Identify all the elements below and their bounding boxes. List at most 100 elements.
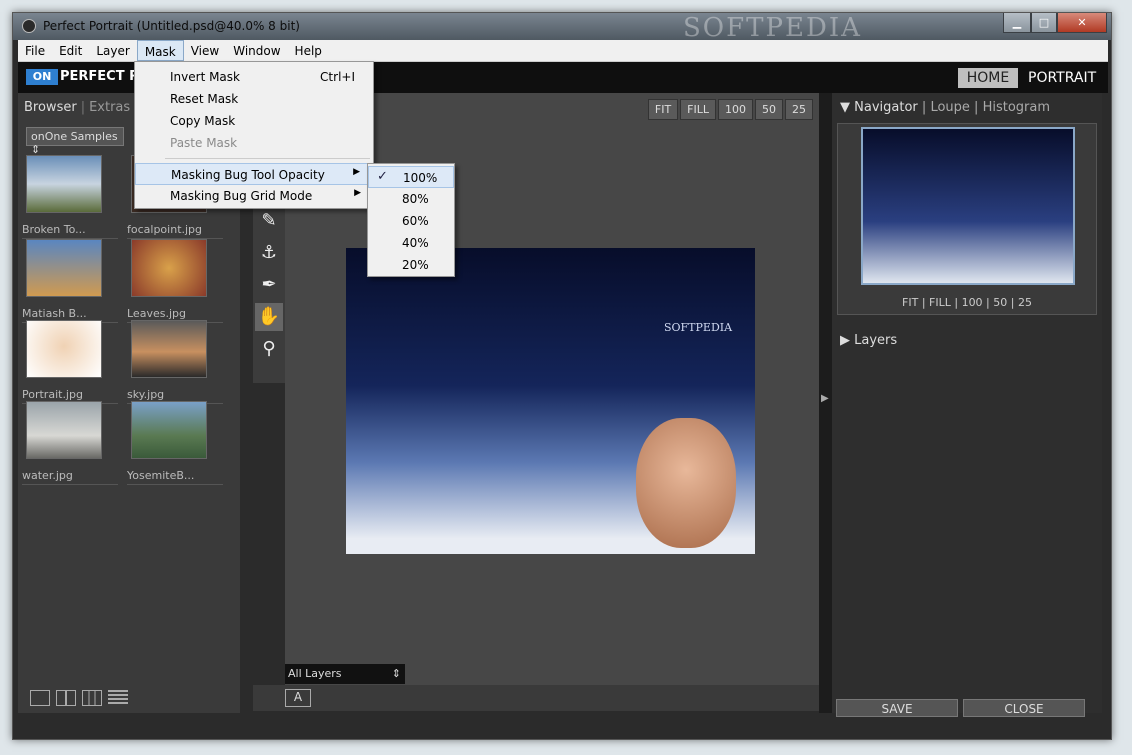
a-button[interactable]: A [285, 689, 311, 707]
source-select[interactable]: onOne Samples ⇕ [26, 127, 124, 156]
brand-name: PERFECT P [60, 69, 139, 84]
item-label: Masking Bug Grid Mode [170, 189, 313, 203]
home-button[interactable]: HOME [958, 68, 1018, 88]
anchor-tool[interactable]: ⚓ [255, 239, 283, 267]
magnifier-icon: ⚲ [262, 338, 276, 359]
thumbnail[interactable]: Matiash B... [22, 239, 118, 323]
opacity-submenu-item[interactable]: Masking Bug Tool Opacity ▶ [135, 163, 373, 185]
thumbnail-image [26, 401, 102, 459]
updown-icon: ⇕ [391, 667, 401, 680]
eyedropper-brush-icon: ✎ [261, 210, 277, 231]
portrait-label: PORTRAIT [1028, 70, 1097, 86]
thumbnail-caption: YosemiteB... [127, 469, 223, 485]
onone-logo: ON [26, 69, 58, 85]
thumbnail[interactable]: sky.jpg [127, 320, 223, 404]
minimize-button[interactable]: ▁ [1003, 13, 1031, 33]
thumbnail[interactable]: YosemiteB... [127, 401, 223, 485]
masking-bug-tool[interactable]: ✎ [255, 207, 283, 235]
submenu-arrow-icon: ▶ [354, 188, 361, 198]
close-window-button[interactable]: ✕ [1057, 13, 1107, 33]
expand-triangle-icon[interactable]: ▼ [840, 100, 850, 115]
save-button[interactable]: SAVE [836, 699, 958, 717]
thumbnail-image [26, 239, 102, 297]
paste-mask-item: Paste Mask [170, 136, 238, 150]
navigator-thumbnail[interactable] [861, 127, 1075, 285]
menu-view[interactable]: View [184, 40, 226, 61]
menu-file[interactable]: File [18, 40, 52, 61]
zoom-fill-button[interactable]: FILL [680, 99, 716, 120]
item-label: Invert Mask [170, 70, 240, 84]
menu-help[interactable]: Help [288, 40, 329, 61]
zoom-25-button[interactable]: 25 [785, 99, 813, 120]
hand-icon: ✋ [257, 306, 281, 327]
layers-header[interactable]: ▶ Layers [840, 333, 897, 348]
tab-extras[interactable]: Extras [89, 100, 130, 115]
thumbnail[interactable]: Leaves.jpg [127, 239, 223, 323]
thumbnail[interactable]: water.jpg [22, 401, 118, 485]
list-view-button[interactable] [108, 690, 128, 706]
opacity-60-item[interactable]: 60% [368, 210, 454, 232]
zoom-fit-button[interactable]: FIT [647, 99, 679, 120]
opacity-100-item[interactable]: ✓ 100% [368, 166, 454, 188]
opacity-20-item[interactable]: 20% [368, 254, 454, 276]
thumbnail[interactable]: Broken To... [22, 155, 118, 239]
layers-label: Layers [854, 333, 898, 348]
tab-navigator[interactable]: Navigator [854, 100, 918, 115]
tab-browser[interactable]: Browser [24, 100, 77, 115]
two-column-view-button[interactable] [56, 690, 76, 706]
hand-tool[interactable]: ✋ [255, 303, 283, 331]
close-button[interactable]: CLOSE [963, 699, 1085, 717]
opacity-40-item[interactable]: 40% [368, 232, 454, 254]
tab-separator: | [974, 100, 979, 115]
layers-select[interactable]: All Layers ⇕ [285, 664, 405, 684]
zoom-100-button[interactable]: 100 [718, 99, 753, 120]
navigator-zoom-links[interactable]: FIT | FILL | 100 | 50 | 25 [838, 296, 1096, 309]
source-select-value: onOne Samples [31, 130, 118, 143]
menu-bar: File Edit Layer Mask View Window Help [18, 40, 1108, 62]
document-image[interactable]: SOFTPEDIA [346, 248, 755, 554]
mask-menu: Invert Mask Ctrl+I Reset Mask Copy Mask P… [134, 61, 374, 209]
thumbnail-caption: Broken To... [22, 223, 118, 239]
menu-mask[interactable]: Mask [136, 40, 184, 61]
tab-histogram[interactable]: Histogram [983, 100, 1050, 115]
three-column-view-button[interactable] [82, 690, 102, 706]
zoom-50-button[interactable]: 50 [755, 99, 783, 120]
reset-mask-item[interactable]: Reset Mask [135, 88, 373, 110]
anchor-icon: ⚓ [260, 242, 278, 263]
zoom-bar: FIT FILL 100 50 25 [647, 99, 813, 120]
zoom-tool[interactable]: ⚲ [255, 335, 283, 363]
thumbnail-image [26, 320, 102, 378]
minimize-icon: ▁ [1012, 16, 1022, 29]
pen-tool[interactable]: ✒ [255, 271, 283, 299]
single-view-button[interactable] [30, 690, 50, 706]
window-title: Perfect Portrait (Untitled.psd@40.0% 8 b… [43, 19, 300, 33]
close-icon: ✕ [1077, 16, 1087, 29]
submenu-arrow-icon: ▶ [353, 167, 360, 177]
item-label: Masking Bug Tool Opacity [171, 168, 325, 182]
layers-select-value: All Layers [288, 667, 342, 680]
collapsed-triangle-icon: ▶ [840, 333, 850, 348]
copy-mask-item[interactable]: Copy Mask [135, 110, 373, 132]
photo-softpedia-text: SOFTPEDIA [664, 321, 733, 334]
browser-tabs: Browser | Extras [24, 100, 130, 115]
invert-mask-item[interactable]: Invert Mask Ctrl+I [135, 66, 373, 88]
menu-edit[interactable]: Edit [52, 40, 89, 61]
app-icon[interactable] [22, 19, 36, 33]
right-panel: ▼ Navigator | Loupe | Histogram FIT | FI… [832, 93, 1102, 717]
tab-loupe[interactable]: Loupe [930, 100, 969, 115]
panel-divider[interactable]: ▶ [819, 93, 832, 713]
grid-mode-submenu-item[interactable]: Masking Bug Grid Mode ▶ [135, 185, 373, 207]
tool-strip: ✎ ⚓ ✒ ✋ ⚲ [253, 203, 285, 383]
shortcut-label: Ctrl+I [320, 70, 355, 84]
watermark: SOFTPEDIA [683, 13, 862, 43]
view-mode-buttons [30, 690, 128, 706]
thumbnail[interactable]: Portrait.jpg [22, 320, 118, 404]
menu-layer[interactable]: Layer [89, 40, 136, 61]
opacity-80-item[interactable]: 80% [368, 188, 454, 210]
thumbnail-image [131, 320, 207, 378]
tab-separator: | [80, 100, 86, 115]
canvas-bottom-bar: A [253, 685, 819, 711]
maximize-button[interactable]: □ [1031, 13, 1057, 33]
collapse-right-icon: ▶ [821, 393, 829, 404]
menu-window[interactable]: Window [226, 40, 287, 61]
